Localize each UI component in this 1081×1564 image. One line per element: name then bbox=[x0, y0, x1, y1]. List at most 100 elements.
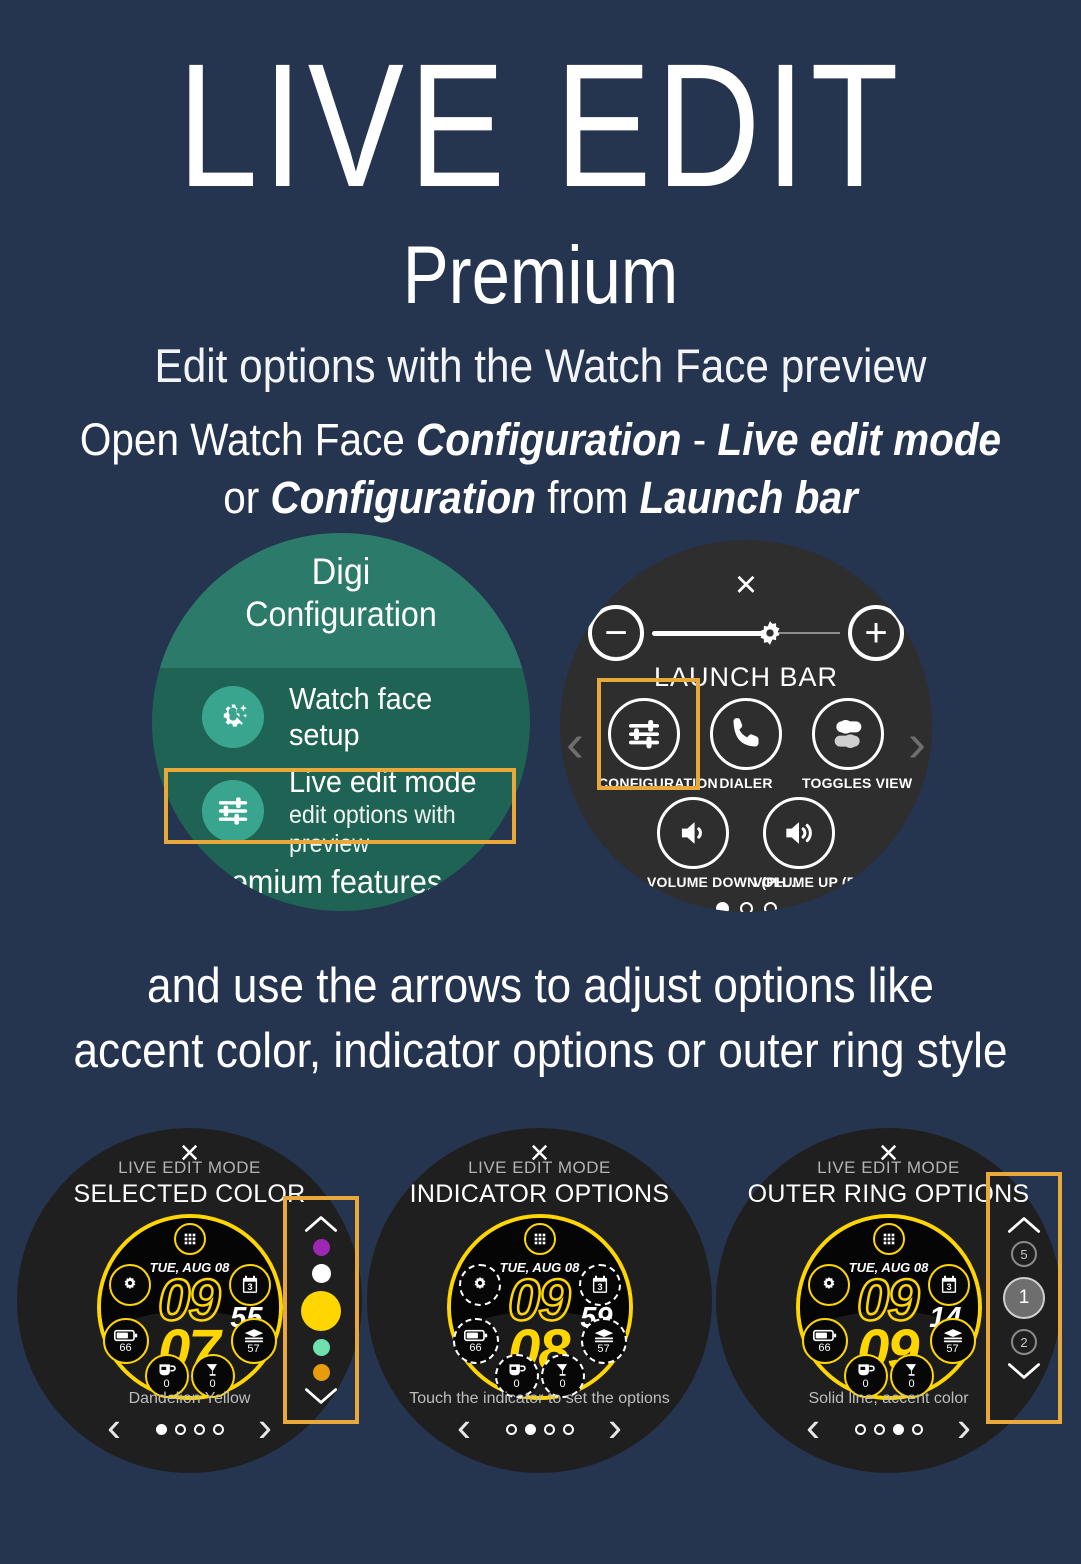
middle-text-line-2: accent color, indicator options or outer… bbox=[73, 1024, 1008, 1078]
brightness-knob-icon[interactable] bbox=[757, 620, 783, 646]
preview-page-dots[interactable] bbox=[716, 1424, 1061, 1435]
launch-tile-caption: DIALER bbox=[719, 775, 773, 791]
ring-option[interactable]: 2 bbox=[1011, 1329, 1037, 1355]
volume-down-icon bbox=[657, 797, 729, 869]
watch-dial[interactable]: TUE, AUG 08 09 59 08 3 66 bbox=[446, 1214, 633, 1400]
live-edit-mode-label: LIVE EDIT MODE bbox=[468, 1158, 611, 1177]
preview-page-dots[interactable] bbox=[367, 1424, 712, 1435]
instr1-bold-2: Live edit mode bbox=[717, 414, 1002, 465]
indicator-steps[interactable]: 57 bbox=[580, 1318, 627, 1364]
premium-features-label: Premium features bbox=[200, 863, 443, 900]
page-dot[interactable] bbox=[739, 902, 753, 912]
page-dot[interactable] bbox=[763, 902, 777, 912]
indicator-settings[interactable] bbox=[458, 1264, 501, 1306]
launch-bar-tiles: CONFIGURATION DIALER TOGGLES VIEW VOLUME… bbox=[598, 698, 912, 890]
indicator-settings[interactable] bbox=[807, 1264, 850, 1306]
indicator-battery[interactable]: 66 bbox=[801, 1318, 848, 1364]
live-edit-preview-indicator-options: × LIVE EDIT MODE INDICATOR OPTIONS TUE, … bbox=[367, 1128, 712, 1473]
launch-tile-volume-up[interactable]: VOLUME UP (PHONE) bbox=[753, 797, 903, 890]
ring-option[interactable]: 5 bbox=[1011, 1241, 1037, 1267]
chevron-down-icon[interactable] bbox=[1005, 1360, 1043, 1382]
indicator-settings[interactable] bbox=[108, 1264, 151, 1306]
app-grid-icon[interactable] bbox=[173, 1223, 206, 1255]
chevron-down-icon[interactable] bbox=[302, 1385, 340, 1407]
indicator-value: 0 bbox=[163, 1378, 170, 1390]
config-row-watch-face-setup[interactable]: Watch face setup bbox=[166, 679, 516, 755]
minus-icon[interactable]: − bbox=[588, 605, 644, 661]
watch-dial[interactable]: TUE, AUG 08 09 55 07 3 66 bbox=[96, 1214, 283, 1400]
brightness-slider[interactable]: − + bbox=[588, 602, 904, 664]
live-edit-mode-label: LIVE EDIT MODE bbox=[118, 1158, 261, 1177]
launch-tile-caption: VOLUME DOWN (PH… bbox=[647, 874, 801, 890]
chevron-up-icon[interactable] bbox=[302, 1213, 340, 1235]
app-grid-icon[interactable] bbox=[872, 1223, 905, 1255]
instruction-line-1: Open Watch Face Configuration - Live edi… bbox=[54, 412, 1027, 468]
page-dot[interactable] bbox=[854, 1424, 866, 1435]
slider-track[interactable] bbox=[652, 621, 840, 645]
page-title: LIVE EDIT bbox=[177, 28, 904, 224]
instruction-line-2: or Configuration from Launch bar bbox=[54, 470, 1027, 526]
color-stepper[interactable] bbox=[283, 1196, 359, 1424]
indicator-battery[interactable]: 66 bbox=[452, 1318, 499, 1364]
ring-stepper[interactable]: 5 1 2 bbox=[986, 1172, 1062, 1424]
indicator-value: 66 bbox=[119, 1341, 132, 1354]
preview-page-dots[interactable] bbox=[17, 1424, 362, 1435]
instr2-bold-2: Launch bar bbox=[639, 472, 858, 523]
volume-up-icon bbox=[763, 797, 835, 869]
chevron-right-icon[interactable]: › bbox=[908, 716, 926, 770]
launch-bar-page-dots[interactable] bbox=[560, 902, 932, 912]
color-swatch[interactable] bbox=[301, 1291, 341, 1331]
indicator-value: 66 bbox=[469, 1341, 482, 1354]
indicator-calendar[interactable]: 3 bbox=[578, 1264, 621, 1306]
tagline: Edit options with the Watch Face preview bbox=[154, 339, 927, 392]
page-dot[interactable] bbox=[155, 1424, 167, 1435]
launch-tile-caption: VOLUME UP (PHONE) bbox=[753, 874, 903, 890]
launch-tile-volume-down[interactable]: VOLUME DOWN (PH… bbox=[647, 797, 801, 890]
config-row-text: Live edit mode edit options with preview bbox=[289, 764, 516, 859]
launch-tile-dialer[interactable]: DIALER bbox=[700, 698, 792, 791]
ring-option[interactable]: 1 bbox=[1003, 1277, 1045, 1319]
page-dot[interactable] bbox=[505, 1424, 517, 1435]
indicator-steps[interactable]: 57 bbox=[230, 1318, 277, 1364]
launch-bar-label: LAUNCH BAR bbox=[653, 662, 839, 692]
indicator-value: 0 bbox=[559, 1378, 566, 1390]
color-swatch[interactable] bbox=[312, 1364, 330, 1381]
config-row-label: Live edit mode bbox=[289, 763, 477, 799]
config-watch-preview: Digi Configuration Watch face setup Live… bbox=[152, 533, 530, 911]
page-dot[interactable] bbox=[524, 1424, 536, 1435]
app-grid-icon[interactable] bbox=[523, 1223, 556, 1255]
indicator-steps[interactable]: 57 bbox=[929, 1318, 976, 1364]
page-dot[interactable] bbox=[193, 1424, 205, 1435]
page-dot[interactable] bbox=[212, 1424, 224, 1435]
close-icon[interactable]: × bbox=[560, 566, 932, 604]
indicator-calendar[interactable]: 3 bbox=[228, 1264, 271, 1306]
sliders-icon bbox=[608, 698, 680, 770]
chevron-left-icon[interactable]: ‹ bbox=[566, 716, 584, 770]
page-dot[interactable] bbox=[911, 1424, 923, 1435]
sliders-icon bbox=[202, 780, 264, 842]
launch-tile-configuration[interactable]: CONFIGURATION bbox=[598, 698, 718, 791]
indicator-value: 0 bbox=[513, 1378, 520, 1390]
svg-text:3: 3 bbox=[247, 1282, 252, 1292]
chevron-up-icon[interactable] bbox=[1005, 1214, 1043, 1236]
launch-tile-toggles-view[interactable]: TOGGLES VIEW bbox=[802, 698, 912, 791]
indicator-calendar[interactable]: 3 bbox=[927, 1264, 970, 1306]
svg-text:3: 3 bbox=[597, 1282, 602, 1292]
color-swatch[interactable] bbox=[312, 1339, 330, 1356]
page-dot[interactable] bbox=[174, 1424, 186, 1435]
color-swatch[interactable] bbox=[312, 1239, 330, 1256]
config-row-live-edit-mode[interactable]: Live edit mode edit options with preview bbox=[166, 764, 516, 858]
page-dot[interactable] bbox=[715, 902, 729, 912]
launch-bar-preview: × − + LAUNCH BAR CONFIGURATION DIALER TO… bbox=[560, 540, 932, 912]
preview-footer: Touch the indicator to set the options bbox=[409, 1390, 670, 1407]
page-dot[interactable] bbox=[562, 1424, 574, 1435]
page-dot[interactable] bbox=[543, 1424, 555, 1435]
watch-dial[interactable]: TUE, AUG 08 09 14 09 3 66 bbox=[795, 1214, 982, 1400]
page-dot[interactable] bbox=[892, 1424, 904, 1435]
indicator-battery[interactable]: 66 bbox=[102, 1318, 149, 1364]
plus-icon[interactable]: + bbox=[848, 605, 904, 661]
page-dot[interactable] bbox=[873, 1424, 885, 1435]
color-swatch[interactable] bbox=[311, 1264, 331, 1283]
instr1-mid: - bbox=[681, 414, 718, 465]
indicator-value: 0 bbox=[908, 1378, 915, 1390]
